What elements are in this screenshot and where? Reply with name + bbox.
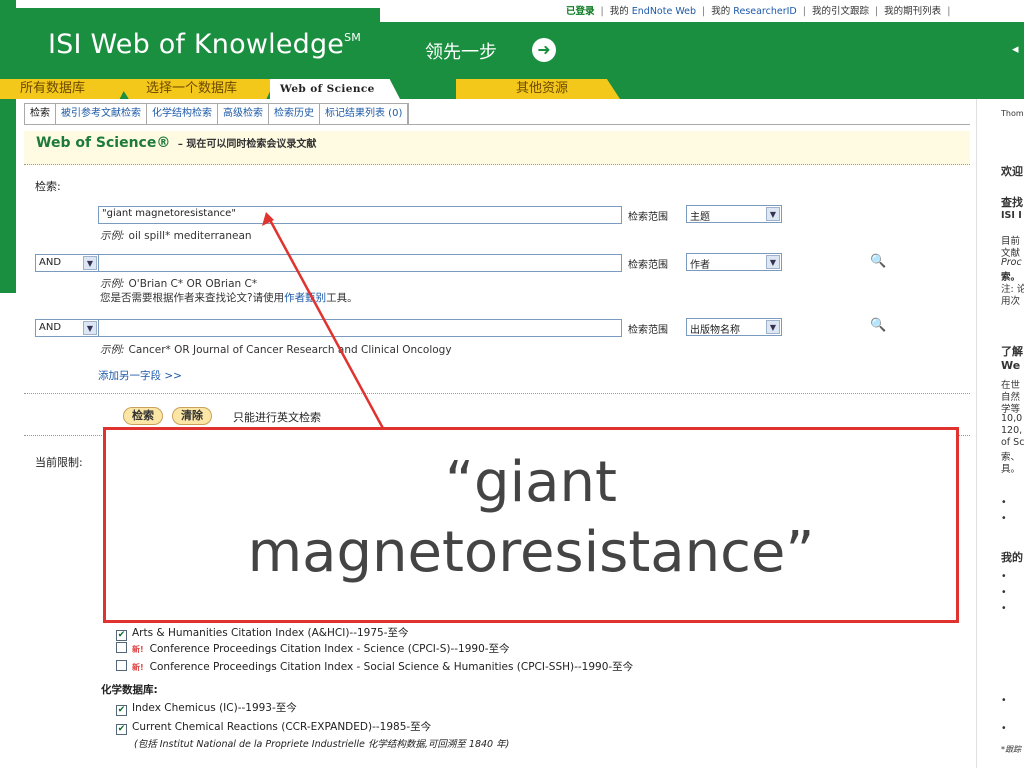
checkbox[interactable]: ✔ — [116, 724, 127, 735]
logged-in-status: 已登录 — [566, 6, 595, 17]
callout-line-1: “giant — [445, 450, 617, 515]
add-field-link[interactable]: 添加另一字段 >> — [98, 368, 182, 383]
db-row-ahci[interactable]: ✔ Arts & Humanities Citation Index (A&HCI… — [116, 625, 409, 641]
sidebar-welcome: 欢迎 — [1001, 165, 1023, 178]
bullet-icon: • — [1001, 723, 1007, 734]
page-title: Web of Science® — [36, 135, 171, 151]
checkbox[interactable] — [116, 660, 127, 671]
checkbox[interactable]: ✔ — [116, 705, 127, 716]
subtab-divider — [24, 124, 970, 125]
utility-bar: 已登录 | 我的 EndNote Web | 我的 ResearcherID | 我的引文跟… — [380, 0, 1024, 22]
operator-select-3[interactable]: AND ▼ — [35, 319, 99, 337]
chevron-down-icon: ▼ — [766, 255, 780, 269]
author-finder-link[interactable]: 作者甄别 — [284, 292, 326, 304]
journal-lookup-search-icon[interactable]: 🔍 — [870, 318, 886, 334]
new-badge: 新! — [132, 645, 144, 654]
scope-select-3[interactable]: 出版物名称 ▼ — [686, 318, 782, 336]
header-top-strip — [16, 0, 380, 8]
sidebar-footnote: *跟踪 — [1001, 745, 1021, 754]
scope-label-3: 检索范围 — [628, 325, 668, 336]
slogan: 领先一步 — [425, 42, 497, 63]
subtab-search[interactable]: 检索 — [25, 104, 56, 124]
bullet-icon: • — [1001, 603, 1007, 614]
sidebar-learn: 了解 — [1001, 345, 1023, 358]
citation-alert-link[interactable]: 我的引文跟踪 — [812, 3, 869, 17]
chevron-down-icon: ▼ — [83, 256, 97, 270]
bullet-icon: • — [1001, 513, 1007, 524]
right-sidebar: Thom 欢迎 查找 ISI I 目前 文献 Proc 索。 注: 论 用次 了… — [976, 99, 1024, 768]
bullet-icon: • — [1001, 587, 1007, 598]
db-row-cpci-s[interactable]: 新! Conference Proceedings Citation Index … — [116, 641, 510, 656]
bullet-icon: • — [1001, 695, 1007, 706]
my-endnote-link[interactable]: 我的 EndNote Web — [610, 3, 696, 17]
my-researcherid-link[interactable]: 我的 ResearcherID — [711, 3, 797, 17]
sub-tabs: 检索 被引参考文献检索 化学结构检索 高级检索 检索历史 标记结果列表 (0) — [24, 103, 410, 124]
subtab-advanced[interactable]: 高级检索 — [218, 104, 269, 124]
journal-list-link[interactable]: 我的期刊列表 — [884, 3, 941, 17]
checkbox[interactable]: ✔ — [116, 630, 127, 641]
divider — [24, 393, 970, 394]
bullet-icon: • — [1001, 571, 1007, 582]
page-subtitle: – 现在可以同时检索会议录文献 — [177, 139, 317, 150]
chevron-down-icon: ▼ — [766, 207, 780, 221]
sidebar-text: 10,0 — [1001, 413, 1023, 424]
chevron-down-icon: ▼ — [83, 321, 97, 335]
subtab-marked-list[interactable]: 标记结果列表 (0) — [320, 104, 409, 124]
screen: { "util_bar": { "login": "已登录", "my_endn… — [0, 0, 1024, 768]
scope-select-2[interactable]: 作者 ▼ — [686, 253, 782, 271]
sidebar-find: 查找 — [1001, 196, 1023, 209]
current-limits-label: 当前限制: — [35, 456, 83, 469]
sidebar-text: 用次 — [1001, 296, 1021, 307]
chem-databases-heading: 化学数据库: — [101, 684, 158, 696]
sidebar-text: Proc — [1001, 257, 1022, 268]
search-input-3[interactable] — [98, 319, 622, 337]
subtab-cited-ref[interactable]: 被引参考文献检索 — [56, 104, 147, 124]
chem-note: (包括 Institut National de la Propriete In… — [134, 739, 510, 750]
sidebar-we: We — [1001, 359, 1021, 372]
sidebar-isi: ISI I — [1001, 210, 1022, 221]
main-tabs: 所有数据库 选择一个数据库 Web of Science 其他资源 — [0, 79, 1024, 99]
sidebar-text: 120, — [1001, 425, 1023, 436]
db-row-cpci-ssh[interactable]: 新! Conference Proceedings Citation Index … — [116, 659, 633, 674]
subtab-structure[interactable]: 化学结构检索 — [147, 104, 218, 124]
tab-web-of-science[interactable]: Web of Science — [270, 79, 400, 99]
sidebar-text: 具。 — [1001, 464, 1021, 475]
header-arrow-icon: ◂ — [1012, 42, 1019, 57]
tab-all-databases[interactable]: 所有数据库 — [0, 79, 130, 99]
page-title-bar: Web of Science® – 现在可以同时检索会议录文献 — [24, 131, 970, 165]
db-row-ic[interactable]: ✔ Index Chemicus (IC)--1993-至今 — [116, 700, 297, 716]
search-button[interactable]: 检索 — [123, 407, 163, 425]
scope-label-1: 检索范围 — [628, 212, 668, 223]
go-arrow-icon: ➜ — [532, 38, 556, 62]
subtab-history[interactable]: 检索历史 — [269, 104, 320, 124]
clear-button[interactable]: 清除 — [172, 407, 212, 425]
author-finder-hint: 您是否需要根据作者来查找论文?请使用作者甄别工具。 — [100, 292, 358, 304]
example-1: 示例: oil spill* mediterranean — [100, 230, 252, 242]
bullet-icon: • — [1001, 497, 1007, 508]
search-label: 检索: — [35, 180, 61, 193]
new-badge: 新! — [132, 663, 144, 672]
example-3: 示例: Cancer* OR Journal of Cancer Research… — [100, 344, 452, 356]
search-input-2[interactable] — [98, 254, 622, 272]
tab-other-resources[interactable]: 其他资源 — [456, 79, 620, 99]
annotation-callout: “giant magnetoresistance” — [103, 427, 959, 623]
callout-line-2: magnetoresistance” — [247, 520, 815, 585]
scope-label-2: 检索范围 — [628, 260, 668, 271]
sidebar-mine: 我的 — [1001, 551, 1023, 564]
tab-select-database[interactable]: 选择一个数据库 — [116, 79, 276, 99]
sidebar-thomson: Thom — [1001, 109, 1024, 118]
checkbox[interactable] — [116, 642, 127, 653]
db-row-ccr[interactable]: ✔ Current Chemical Reactions (CCR-EXPANDE… — [116, 719, 431, 735]
author-lookup-search-icon[interactable]: 🔍 — [870, 254, 886, 270]
scope-select-1[interactable]: 主题 ▼ — [686, 205, 782, 223]
english-only-note: 只能进行英文检索 — [233, 411, 321, 424]
chevron-down-icon: ▼ — [766, 320, 780, 334]
sidebar-text: of Sc — [1001, 437, 1024, 448]
operator-select-2[interactable]: AND ▼ — [35, 254, 99, 272]
brand-logo: ISI Web of KnowledgeSM — [48, 29, 361, 60]
search-input-1[interactable]: "giant magnetoresistance" — [98, 206, 622, 224]
example-2: 示例: O'Brian C* OR OBrian C* — [100, 278, 258, 290]
